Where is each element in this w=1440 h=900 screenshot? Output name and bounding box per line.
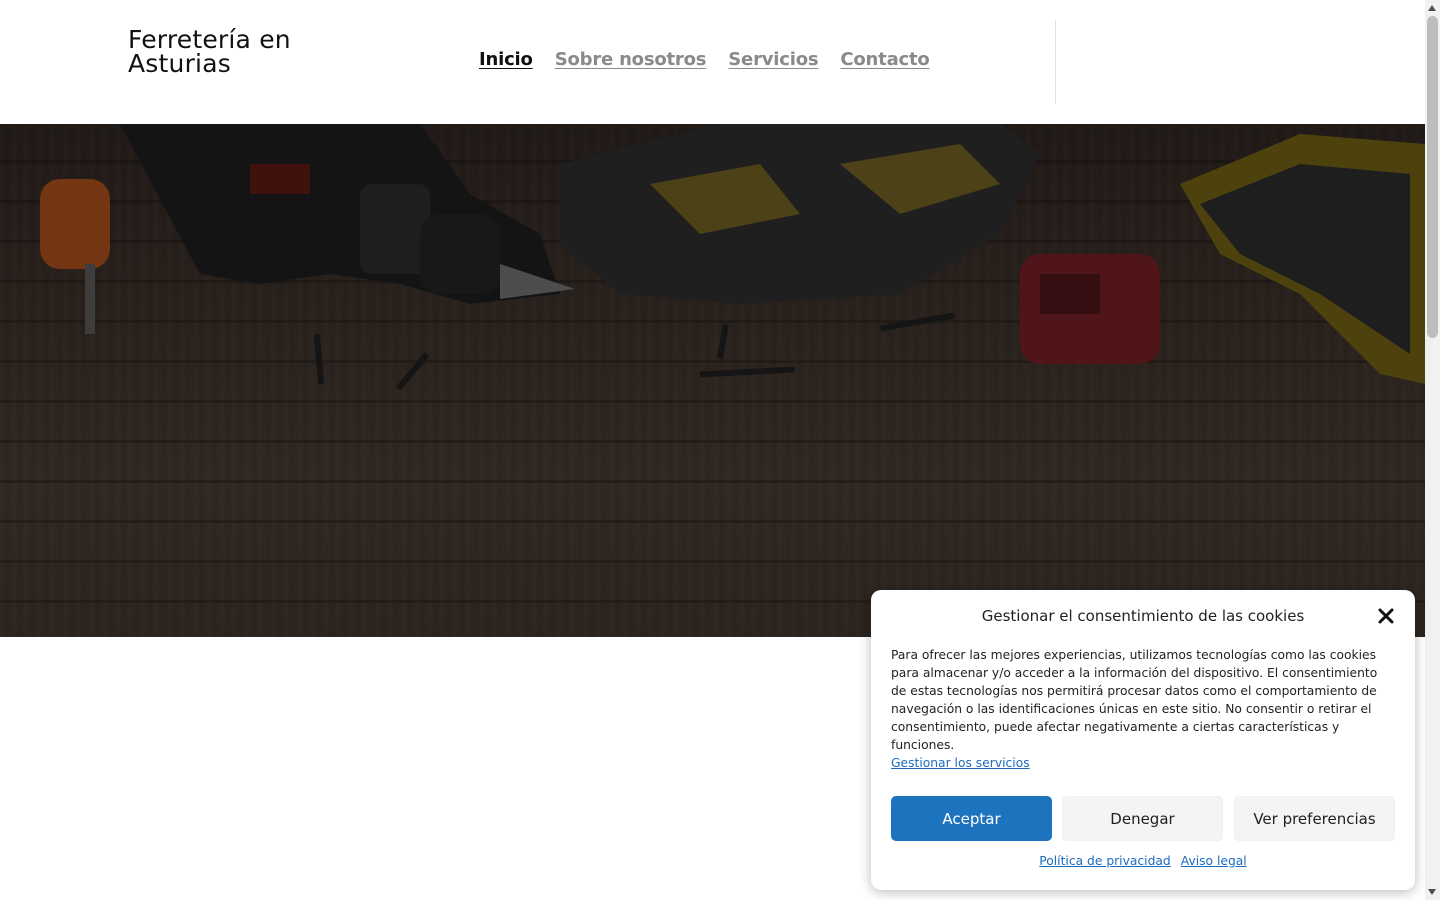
manage-services-link[interactable]: Gestionar los servicios [891, 756, 1030, 770]
page-scrollbar[interactable] [1425, 0, 1440, 900]
legal-notice-link[interactable]: Aviso legal [1181, 854, 1247, 868]
accept-button[interactable]: Aceptar [891, 796, 1052, 841]
scroll-down-arrow-icon[interactable] [1428, 889, 1436, 895]
close-icon[interactable] [1377, 607, 1395, 625]
cookie-dialog-title: Gestionar el consentimiento de las cooki… [981, 607, 1305, 625]
hero-image [0, 124, 1425, 637]
header-divider [1055, 20, 1056, 104]
nav-item-servicios[interactable]: Servicios [728, 49, 818, 70]
nav-item-contacto[interactable]: Contacto [840, 49, 929, 70]
scroll-thumb[interactable] [1427, 16, 1438, 338]
cookie-footer-links: Política de privacidad Aviso legal [871, 854, 1415, 868]
main-nav: Inicio Sobre nosotros Servicios Contacto [479, 49, 930, 70]
nav-item-sobre-nosotros[interactable]: Sobre nosotros [555, 49, 707, 70]
cookie-dialog-body: Para ofrecer las mejores experiencias, u… [891, 648, 1378, 752]
deny-button[interactable]: Denegar [1062, 796, 1223, 841]
view-preferences-button[interactable]: Ver preferencias [1234, 796, 1395, 841]
site-header: Ferretería en Asturias Inicio Sobre noso… [0, 0, 1425, 124]
privacy-policy-link[interactable]: Política de privacidad [1039, 854, 1170, 868]
cookie-consent-dialog: Gestionar el consentimiento de las cooki… [871, 590, 1415, 890]
scroll-up-arrow-icon[interactable] [1428, 5, 1436, 11]
nav-item-inicio[interactable]: Inicio [479, 49, 533, 70]
site-title[interactable]: Ferretería en Asturias [128, 27, 348, 76]
hero-overlay [0, 124, 1425, 637]
